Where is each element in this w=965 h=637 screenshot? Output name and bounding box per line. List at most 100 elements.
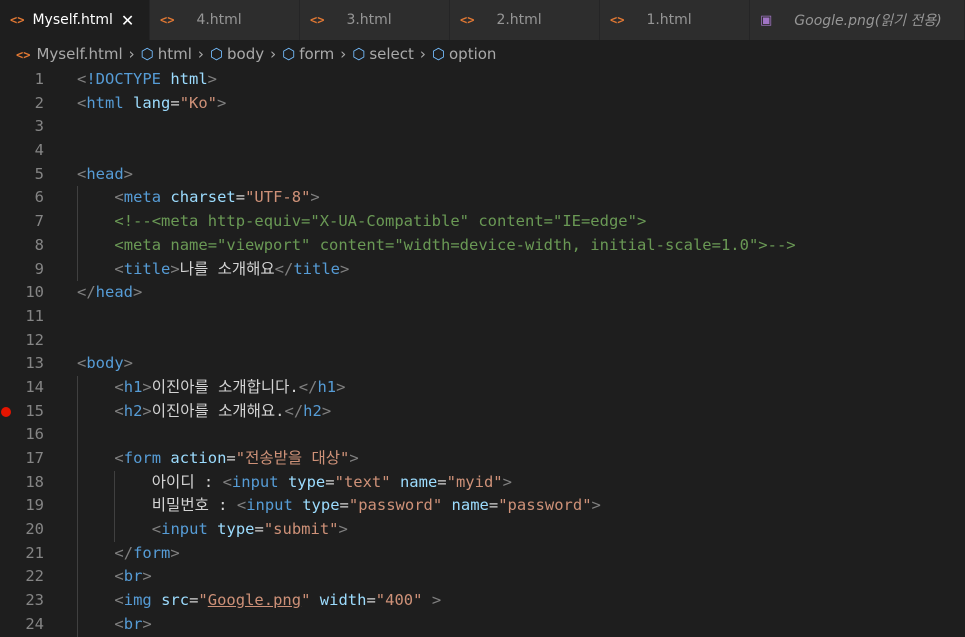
code-line[interactable]: 4 <box>0 139 965 163</box>
code-token: > <box>123 354 134 373</box>
code-token: > <box>310 188 320 207</box>
code-token: = <box>488 496 499 515</box>
code-line[interactable]: 2 <html lang="Ko"> <box>0 92 965 116</box>
code-text: <img src="Google.png" width="400" > <box>114 589 441 613</box>
code-line[interactable]: 12 <box>0 329 965 353</box>
code-line[interactable]: 8 <meta name="viewport" content="width=de… <box>0 233 965 258</box>
code-token: name <box>451 496 489 515</box>
code-line[interactable]: 7 <!--<meta http-equiv="X-UA-Compatible" … <box>0 210 965 234</box>
tab-1[interactable]: <> Myself.html ✕ <box>0 0 150 40</box>
html-file-icon: <> <box>160 13 175 27</box>
breadcrumb-item[interactable]: ⬡ option <box>432 45 497 63</box>
code-line[interactable]: 11 <box>0 305 965 329</box>
code-token: > <box>207 70 218 88</box>
indent-guide <box>114 494 116 519</box>
chevron-right-icon: › <box>197 45 204 63</box>
tab-label: 3.html <box>346 12 392 28</box>
line-number: 16 <box>25 425 44 444</box>
code-line[interactable]: 18 아이디 : <input type="text" name="myid"> <box>0 470 965 495</box>
code-token: src <box>161 591 190 610</box>
code-token: " <box>198 591 208 610</box>
code-token: type <box>287 472 326 491</box>
code-line[interactable]: 10 </head> <box>0 281 965 305</box>
code-line[interactable]: 17 <form action="전송받을 대상"> <box>0 447 965 471</box>
code-token: < <box>114 614 124 633</box>
code-token: < <box>114 449 124 467</box>
indent-guide <box>77 257 78 282</box>
code-line[interactable]: 9 <title>나를 소개해요</title> <box>0 257 965 282</box>
code-token: > <box>591 496 601 515</box>
code-token: = <box>366 591 376 610</box>
code-token: action <box>170 449 227 467</box>
html-file-icon: <> <box>460 13 475 27</box>
tab-6[interactable]: ▣ Google.png(읽기 전용) <box>750 0 965 40</box>
tab-3[interactable]: <> 3.html <box>300 0 450 40</box>
code-line[interactable]: 15 <h2>이진아를 소개해요.</h2> <box>0 399 965 424</box>
code-token: "password" <box>498 496 592 515</box>
code-token: 이진아를 소개해요. <box>151 401 285 420</box>
chevron-right-icon: › <box>128 45 135 63</box>
indent-guide <box>77 612 78 637</box>
code-line[interactable]: 14 <h1>이진아를 소개합니다.</h1> <box>0 375 965 400</box>
code-token: title <box>123 259 171 278</box>
indent-guide <box>77 565 78 590</box>
code-token: > <box>133 283 143 302</box>
tab-label: Google.png(읽기 전용) <box>794 13 942 29</box>
code-text: <body> <box>77 352 133 376</box>
code-token: > <box>170 259 180 278</box>
indent-guide <box>77 186 78 211</box>
indent-guide <box>77 399 78 424</box>
line-number: 10 <box>25 283 44 302</box>
code-line[interactable]: 22 <br> <box>0 565 965 590</box>
code-token: > <box>142 401 152 420</box>
html-file-icon: <> <box>16 48 31 62</box>
code-line[interactable]: 5 <head> <box>0 163 965 187</box>
tab-2[interactable]: <> 4.html <box>150 0 300 40</box>
code-token: type <box>217 520 255 539</box>
code-line[interactable]: 16 <box>0 423 965 447</box>
close-icon[interactable]: ✕ <box>121 11 134 30</box>
line-number: 7 <box>34 212 44 231</box>
code-text: <input type="submit"> <box>152 518 348 542</box>
code-token: = <box>170 93 180 112</box>
code-token: < <box>114 259 124 278</box>
breadcrumb-item[interactable]: ⬡ form <box>282 45 334 63</box>
breadcrumb-item[interactable]: ⬡ html <box>141 45 192 63</box>
breadcrumb-item[interactable]: <> Myself.html <box>16 45 123 63</box>
code-editor[interactable]: 1 <!DOCTYPE html> 2 <html lang="Ko"> 3 4 5 <hea… <box>0 68 965 637</box>
code-text: <form action="전송받을 대상"> <box>114 447 358 471</box>
code-line[interactable]: 23 <img src="Google.png" width="400" > <box>0 589 965 613</box>
indent-guide <box>77 233 78 258</box>
breadcrumb-item[interactable]: ⬡ body <box>210 45 264 63</box>
tab-5[interactable]: <> 1.html <box>600 0 750 40</box>
code-text: 아이디 : <input type="text" name="myid"> <box>152 471 512 495</box>
code-line[interactable]: 6 <meta charset="UTF-8"> <box>0 186 965 211</box>
code-text: <br> <box>114 613 151 637</box>
code-token: 이진아를 소개합니다. <box>151 377 299 396</box>
code-token: title <box>293 259 340 278</box>
code-line[interactable]: 19 비밀번호 : <input type="password" name="pa… <box>0 494 965 519</box>
tab-4[interactable]: <> 2.html <box>450 0 600 40</box>
code-token: body <box>86 354 124 373</box>
code-line[interactable]: 1 <!DOCTYPE html> <box>0 68 965 92</box>
code-token: html <box>86 93 124 112</box>
code-token: head <box>86 164 124 183</box>
code-line[interactable]: 13 <body> <box>0 352 965 376</box>
code-token: h1 <box>123 377 143 396</box>
code-line[interactable]: 20 <input type="submit"> <box>0 518 965 542</box>
code-token: > <box>123 164 134 183</box>
tab-label: 4.html <box>196 12 242 28</box>
indent-guide <box>77 210 78 234</box>
code-text: <br> <box>114 565 151 589</box>
code-line[interactable]: 24 <br> <box>0 612 965 637</box>
code-line[interactable]: 21 </form> <box>0 541 965 566</box>
code-line[interactable]: 3 <box>0 115 965 139</box>
code-token: h1 <box>317 377 337 396</box>
code-token: = <box>235 188 246 207</box>
breadcrumb-item[interactable]: ⬡ select <box>352 45 414 63</box>
code-token: name <box>399 472 438 491</box>
code-token: h2 <box>303 401 322 420</box>
breadcrumb-label: form <box>299 45 335 63</box>
